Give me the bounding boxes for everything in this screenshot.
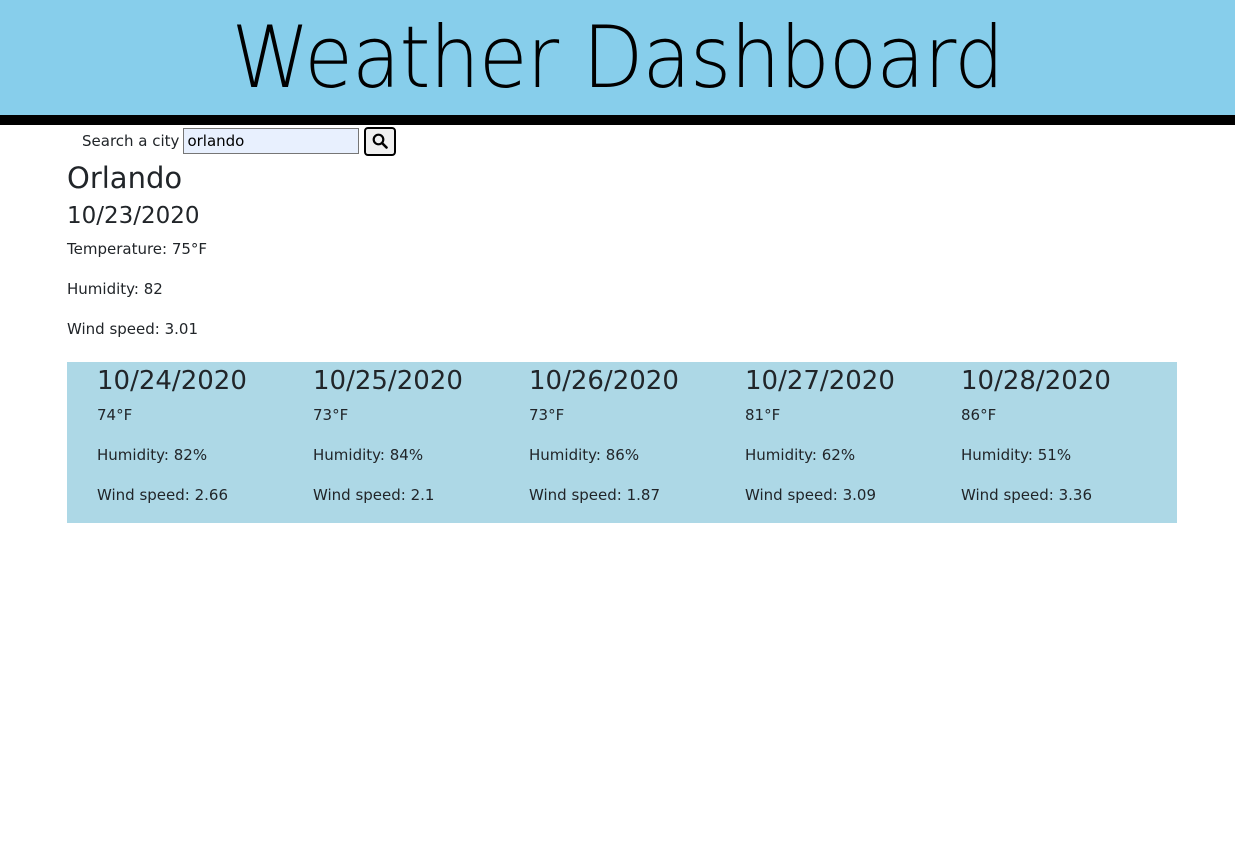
search-input[interactable] bbox=[183, 128, 360, 154]
city-name: Orlando bbox=[67, 161, 183, 195]
current-temperature: Temperature: 75°F bbox=[67, 239, 208, 258]
forecast-day: 10/25/2020 73°F Humidity: 84% Wind speed… bbox=[313, 362, 529, 523]
current-weather: Orlando 10/23/2020 Temperature: 75°F Hum… bbox=[67, 160, 207, 358]
current-date: 10/23/2020 bbox=[67, 202, 200, 229]
forecast-humidity: Humidity: 84% bbox=[313, 446, 424, 464]
forecast-humidity: Humidity: 62% bbox=[745, 446, 856, 464]
forecast-date: 10/26/2020 bbox=[529, 366, 679, 396]
current-wind-speed: Wind speed: 3.01 bbox=[67, 319, 199, 338]
forecast-date: 10/27/2020 bbox=[745, 366, 895, 396]
forecast-date: 10/24/2020 bbox=[97, 366, 247, 396]
search-bar: Search a city bbox=[82, 125, 397, 157]
search-label: Search a city bbox=[82, 132, 180, 150]
search-button[interactable] bbox=[364, 126, 397, 156]
five-day-forecast: 10/24/2020 74°F Humidity: 82% Wind speed… bbox=[67, 362, 1177, 523]
forecast-humidity: Humidity: 82% bbox=[97, 446, 208, 464]
forecast-wind-speed: Wind speed: 2.66 bbox=[97, 486, 229, 504]
forecast-humidity: Humidity: 51% bbox=[961, 446, 1072, 464]
forecast-temperature: 86°F bbox=[961, 406, 997, 424]
page-title: Weather Dashboard bbox=[231, 7, 1005, 108]
forecast-day: 10/27/2020 81°F Humidity: 62% Wind speed… bbox=[745, 362, 961, 523]
forecast-date: 10/28/2020 bbox=[961, 366, 1111, 396]
forecast-wind-speed: Wind speed: 3.36 bbox=[961, 486, 1093, 504]
forecast-wind-speed: Wind speed: 1.87 bbox=[529, 486, 661, 504]
forecast-wind-speed: Wind speed: 2.1 bbox=[313, 486, 435, 504]
forecast-day: 10/28/2020 86°F Humidity: 51% Wind speed… bbox=[961, 362, 1177, 523]
forecast-wind-speed: Wind speed: 3.09 bbox=[745, 486, 877, 504]
forecast-date: 10/25/2020 bbox=[313, 366, 463, 396]
current-humidity: Humidity: 82 bbox=[67, 279, 163, 298]
search-icon bbox=[373, 133, 389, 149]
forecast-temperature: 73°F bbox=[529, 406, 565, 424]
forecast-temperature: 81°F bbox=[745, 406, 781, 424]
forecast-day: 10/26/2020 73°F Humidity: 86% Wind speed… bbox=[529, 362, 745, 523]
header-banner: Weather Dashboard bbox=[0, 0, 1235, 125]
forecast-day: 10/24/2020 74°F Humidity: 82% Wind speed… bbox=[97, 362, 313, 523]
forecast-humidity: Humidity: 86% bbox=[529, 446, 640, 464]
forecast-temperature: 74°F bbox=[97, 406, 133, 424]
forecast-temperature: 73°F bbox=[313, 406, 349, 424]
